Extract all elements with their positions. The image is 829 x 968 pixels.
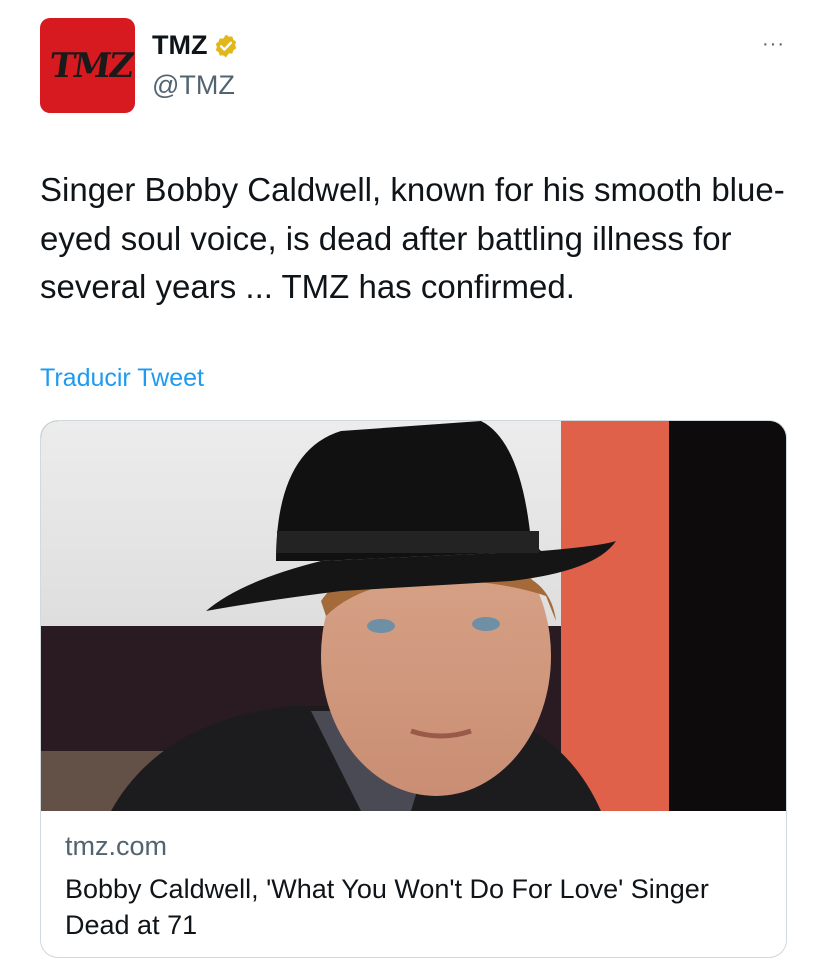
tweet-text: Singer Bobby Caldwell, known for his smo… (40, 171, 785, 305)
verified-badge-icon (213, 33, 239, 59)
card-domain: tmz.com (65, 831, 168, 861)
more-options-icon[interactable]: ··· (762, 34, 785, 54)
author-avatar[interactable]: TMZ (40, 18, 135, 113)
tmz-logo-text: TMZ (47, 46, 135, 86)
author-display-name[interactable]: TMZ (152, 30, 207, 61)
card-image[interactable] (41, 421, 786, 811)
translate-tweet-link[interactable]: Traducir Tweet (40, 364, 204, 393)
link-card[interactable]: tmz.com Bobby Caldwell, 'What You Won't … (40, 420, 787, 958)
author-handle[interactable]: @TMZ (152, 70, 235, 101)
card-title: Bobby Caldwell, 'What You Won't Do For L… (65, 874, 709, 940)
author-name-row[interactable]: TMZ (152, 30, 239, 61)
